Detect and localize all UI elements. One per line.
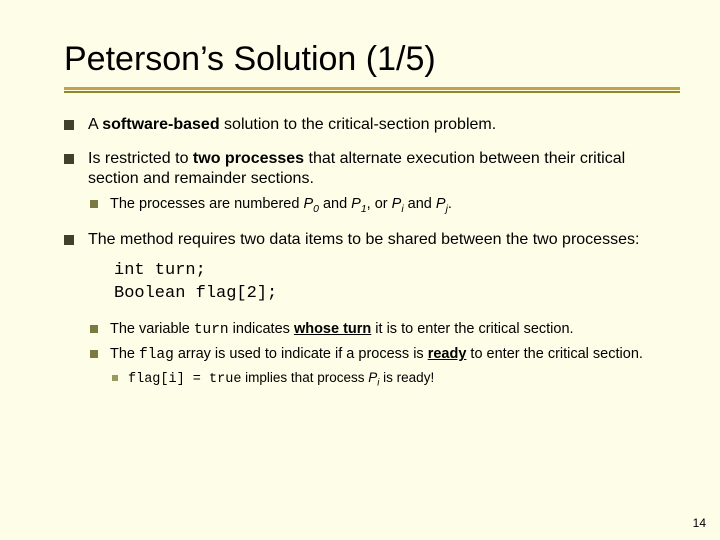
bullet-2-sub: The processes are numbered P0 and P1, or…: [90, 195, 680, 216]
bullet-3b: The flag array is used to indicate if a …: [90, 345, 680, 364]
b1-pre: A: [88, 116, 102, 133]
bullet-3-text: The method requires two data items to be…: [88, 230, 680, 250]
p0: P: [303, 196, 313, 212]
square-bullet-icon: [64, 120, 74, 130]
rule-gold: [64, 87, 680, 90]
b2s-pre: The processes are numbered: [110, 196, 303, 212]
pi: P: [392, 196, 402, 212]
b2-strong: two processes: [193, 150, 304, 167]
p1: P: [351, 196, 361, 212]
page-number: 14: [693, 516, 706, 530]
b3a-post: it is to enter the critical section.: [371, 321, 573, 337]
bullet-2-text: Is restricted to two processes that alte…: [88, 149, 680, 189]
b3a-code: turn: [194, 322, 229, 338]
b3b-strong: ready: [428, 346, 467, 362]
and1: and: [319, 196, 351, 212]
bullet-1-text: A software-based solution to the critica…: [88, 115, 680, 135]
bullet-2: Is restricted to two processes that alte…: [64, 149, 680, 189]
b3a-u: whose turn: [294, 321, 371, 337]
b3b-pre: The: [110, 346, 139, 362]
bullet-2-sub-text: The processes are numbered P0 and P1, or…: [110, 195, 680, 216]
slide-title: Peterson’s Solution (1/5): [64, 40, 720, 79]
bullet-3b-text: The flag array is used to indicate if a …: [110, 345, 680, 364]
b3b-mid: array is used to indicate if a process i…: [174, 346, 428, 362]
pj: P: [436, 196, 446, 212]
code-line-1: int turn;: [114, 260, 680, 283]
square-bullet-icon: [90, 200, 98, 208]
bullet-3c: flag[i] = true implies that process Pi i…: [112, 370, 680, 390]
bullet-3: The method requires two data items to be…: [64, 230, 680, 250]
b1-strong: software-based: [102, 116, 219, 133]
square-bullet-icon: [64, 154, 74, 164]
content: A software-based solution to the critica…: [0, 93, 720, 390]
square-bullet-icon: [90, 325, 98, 333]
code-line-2: Boolean flag[2];: [114, 283, 680, 306]
b3b-post: to enter the critical section.: [466, 346, 643, 362]
bullet-3c-text: flag[i] = true implies that process Pi i…: [128, 370, 680, 390]
square-bullet-icon: [90, 350, 98, 358]
square-bullet-icon: [64, 235, 74, 245]
b3c-mid: implies that process: [241, 370, 368, 385]
slide: Peterson’s Solution (1/5) A software-bas…: [0, 0, 720, 540]
b3c-post: is ready!: [379, 370, 434, 385]
title-wrap: Peterson’s Solution (1/5): [0, 0, 720, 79]
bullet-3a-text: The variable turn indicates whose turn i…: [110, 320, 680, 339]
square-bullet-icon: [112, 375, 118, 381]
or: , or: [367, 196, 392, 212]
dot: .: [448, 196, 452, 212]
code-block: int turn; Boolean flag[2];: [114, 260, 680, 306]
b2-pre: Is restricted to: [88, 150, 193, 167]
and2: and: [404, 196, 436, 212]
bullet-1: A software-based solution to the critica…: [64, 115, 680, 135]
b3a-mid: indicates: [229, 321, 294, 337]
b3a-pre: The variable: [110, 321, 194, 337]
b3b-code: flag: [139, 347, 174, 363]
b1-post: solution to the critical-section problem…: [220, 116, 497, 133]
b3c-pi: P: [368, 370, 377, 385]
b3c-code: flag[i] = true: [128, 372, 241, 387]
bullet-3a: The variable turn indicates whose turn i…: [90, 320, 680, 339]
